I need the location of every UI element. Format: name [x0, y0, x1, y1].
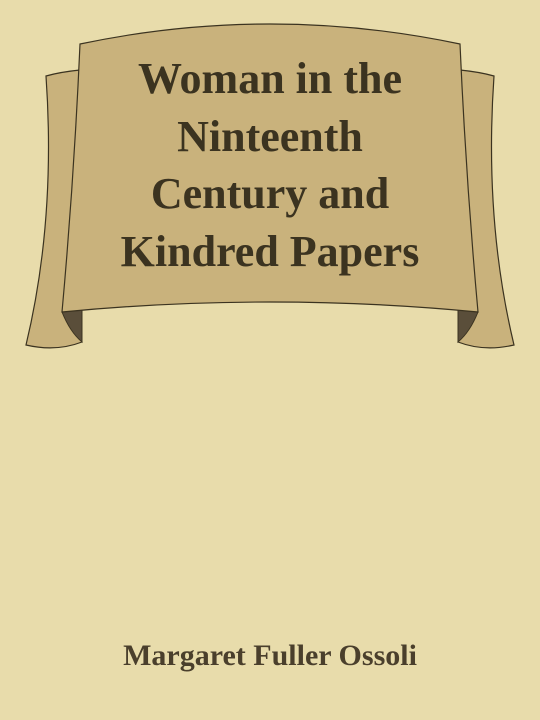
book-author: Margaret Fuller Ossoli	[123, 639, 417, 672]
book-title: Woman in the Ninteenth Century and Kindr…	[70, 50, 470, 300]
book-title-line: Century and	[150, 169, 390, 218]
book-title-line: Woman in the	[137, 54, 403, 103]
book-title-line: Kindred Papers	[120, 226, 420, 276]
book-cover: Woman in the Ninteenth Century and Kindr…	[0, 0, 540, 720]
book-title-line: Ninteenth	[177, 111, 363, 161]
